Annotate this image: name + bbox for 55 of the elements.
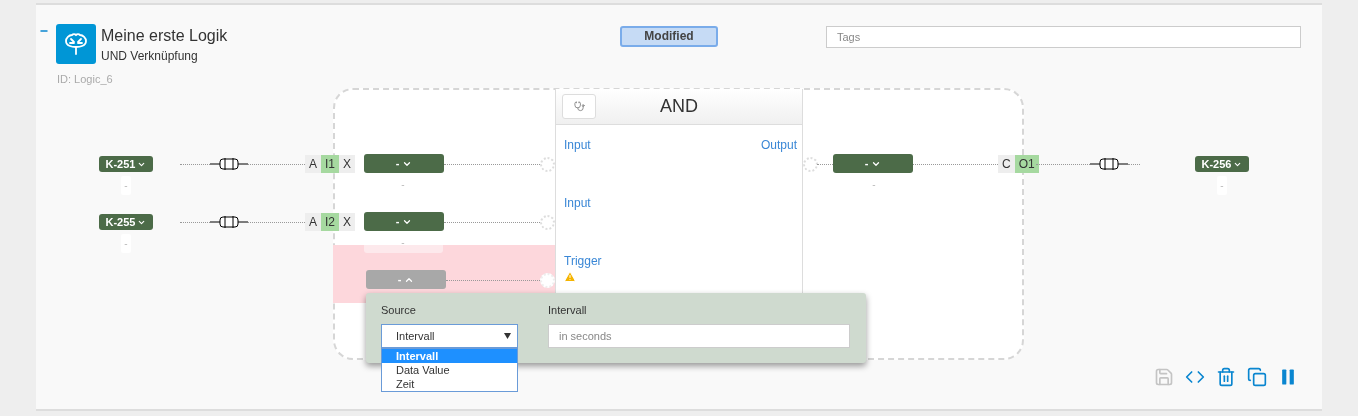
port-name: Input bbox=[564, 137, 591, 153]
logic-title: Meine erste Logik bbox=[101, 26, 228, 46]
tags-field[interactable]: Tags bbox=[826, 26, 1301, 48]
logic-id: ID: Logic_6 bbox=[57, 72, 114, 86]
source-select[interactable]: Intervall bbox=[381, 324, 518, 348]
brain-icon bbox=[56, 24, 96, 64]
selector-dropdown[interactable]: - bbox=[364, 154, 444, 173]
channel-dropdown[interactable]: K-256 bbox=[1195, 156, 1249, 172]
port-label: I1 bbox=[321, 155, 340, 173]
stethoscope-icon bbox=[573, 101, 585, 112]
port-label: I2 bbox=[321, 213, 340, 231]
status-badge: Modified bbox=[620, 26, 718, 47]
dropdown-arrow-icon bbox=[504, 333, 511, 339]
wire-line bbox=[248, 222, 305, 223]
port-name: Output bbox=[760, 137, 797, 153]
interval-field[interactable]: in seconds bbox=[548, 324, 850, 348]
value-text: - bbox=[871, 178, 877, 192]
selector-dropdown[interactable]: - bbox=[833, 154, 913, 173]
connector-handle[interactable] bbox=[540, 215, 555, 230]
mode-label: A bbox=[305, 155, 321, 173]
wire-line bbox=[248, 164, 305, 165]
field-label: Source bbox=[381, 303, 416, 318]
port-name: Trigger bbox=[564, 253, 602, 269]
connector-handle[interactable] bbox=[803, 157, 818, 172]
option-item[interactable]: Intervall bbox=[382, 349, 517, 363]
value-text: - bbox=[400, 178, 406, 192]
clear-button[interactable]: X bbox=[339, 155, 356, 173]
connector-handle[interactable] bbox=[540, 157, 555, 172]
option-item[interactable]: Data Value bbox=[382, 363, 517, 377]
channel-dropdown[interactable]: K-255 bbox=[99, 214, 153, 230]
selector-dropdown[interactable]: - bbox=[364, 212, 444, 231]
fuse-icon bbox=[210, 216, 248, 228]
fuse-icon bbox=[210, 158, 248, 170]
mode-label: C bbox=[998, 155, 1015, 173]
channel-dropdown[interactable]: K-251 bbox=[99, 156, 153, 172]
port-label: O1 bbox=[1014, 155, 1039, 173]
value-text: - bbox=[400, 236, 406, 250]
wire-line bbox=[1128, 164, 1140, 165]
value-text: - bbox=[1217, 176, 1227, 195]
value-text: - bbox=[121, 176, 131, 195]
wire-line bbox=[180, 164, 210, 165]
block-icon-button[interactable] bbox=[562, 94, 596, 119]
wire-line bbox=[1036, 164, 1090, 165]
field-label: Intervall bbox=[548, 303, 587, 318]
fuse-icon bbox=[1090, 158, 1128, 170]
copy-icon[interactable] bbox=[1247, 367, 1267, 387]
trash-icon[interactable] bbox=[1216, 367, 1236, 387]
wire-line bbox=[180, 222, 210, 223]
value-text: - bbox=[121, 234, 131, 253]
option-item[interactable]: Zeit bbox=[382, 377, 517, 391]
logic-subtitle: UND Verknüpfung bbox=[101, 48, 199, 64]
mode-label: A bbox=[305, 213, 321, 231]
clear-button[interactable]: X bbox=[339, 213, 356, 231]
port-name: Input bbox=[564, 195, 591, 211]
block-title: AND bbox=[660, 95, 698, 118]
